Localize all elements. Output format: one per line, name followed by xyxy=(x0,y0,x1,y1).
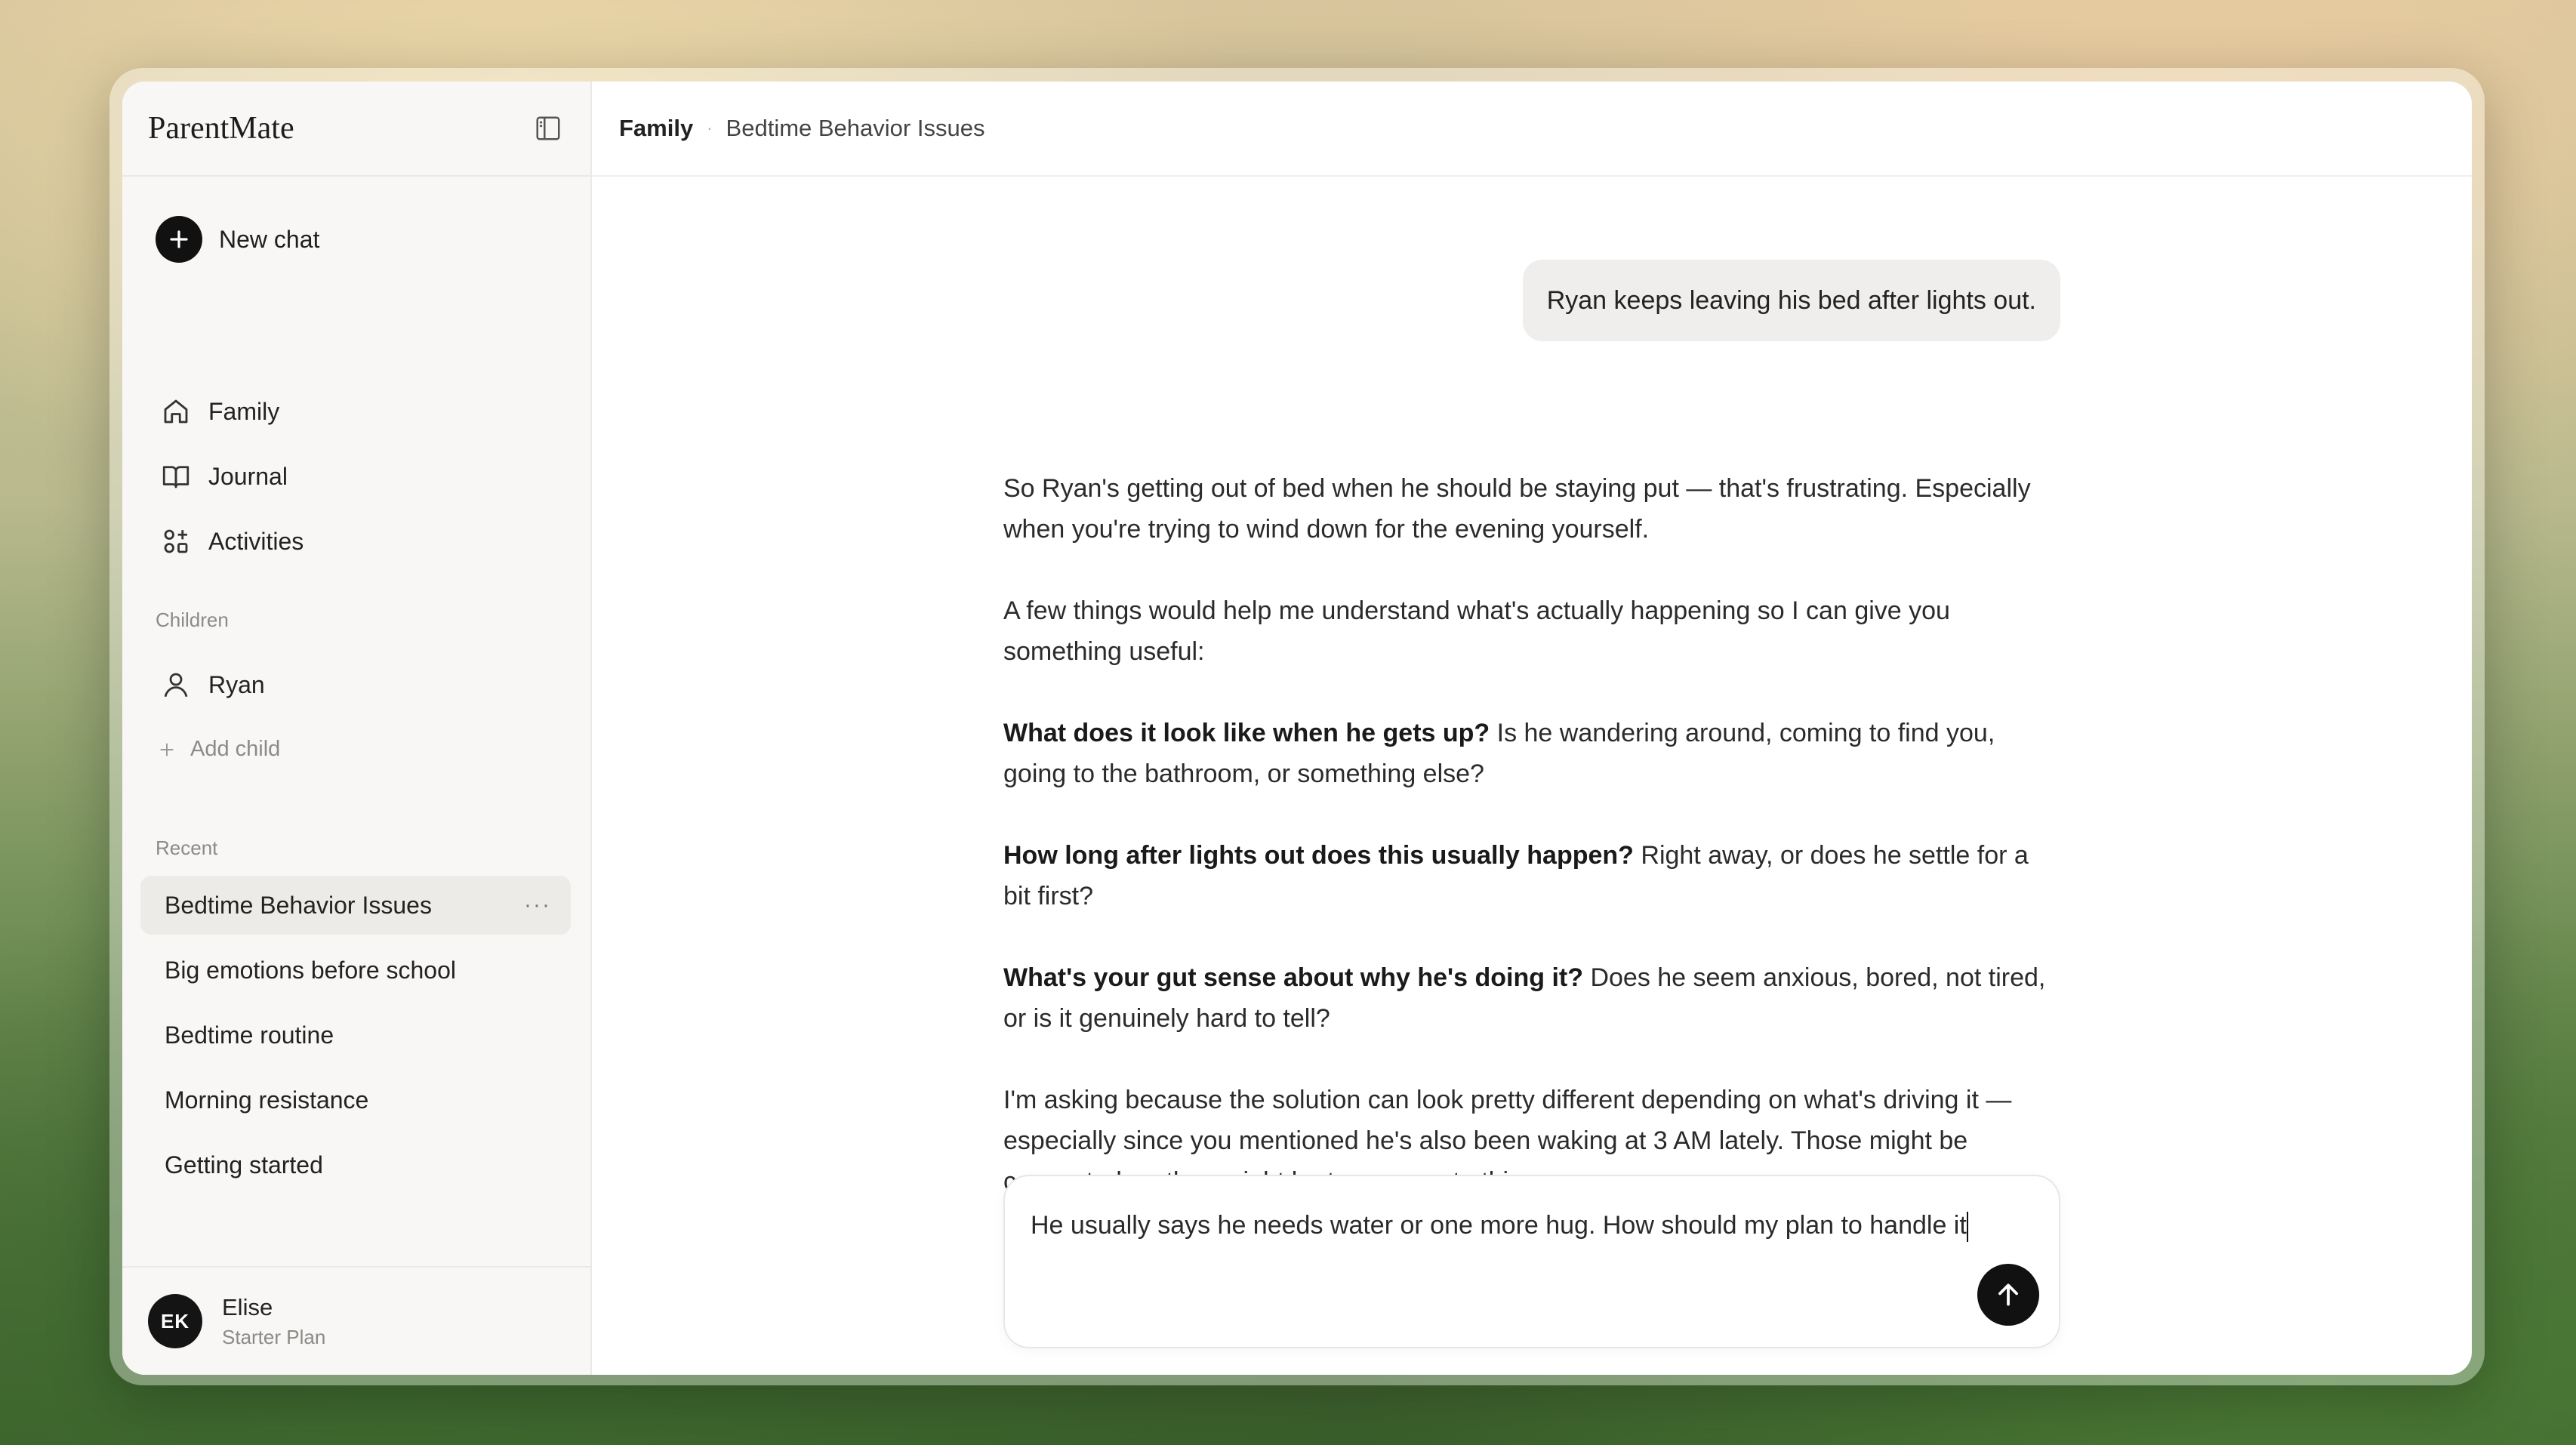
add-child-button[interactable]: Add child xyxy=(157,737,280,762)
recent-chat-label: Big emotions before school xyxy=(165,956,456,984)
breadcrumb-root[interactable]: Family xyxy=(619,115,693,142)
sidebar-item-label: Activities xyxy=(208,527,304,555)
sidebar-item-activities[interactable]: Activities xyxy=(160,525,304,557)
reply-paragraph: So Ryan's getting out of bed when he sho… xyxy=(1003,474,2031,544)
sidebar-item-ryan[interactable]: Ryan xyxy=(160,669,265,701)
children-section-label: Children xyxy=(156,609,229,631)
text-caret xyxy=(1966,1212,1968,1243)
recent-chat-label: Bedtime routine xyxy=(165,1021,334,1049)
recent-section-label: Recent xyxy=(156,836,218,859)
sidebar-toggle-icon[interactable] xyxy=(532,112,565,145)
recent-chat-item[interactable]: Big emotions before school xyxy=(140,941,571,1000)
user-info: Elise Starter Plan xyxy=(222,1294,325,1349)
person-icon xyxy=(164,673,188,698)
send-button[interactable] xyxy=(1977,1264,2039,1326)
sidebar-item-family[interactable]: Family xyxy=(160,396,279,427)
question-bold: How long after lights out does this usua… xyxy=(1003,841,1634,870)
arrow-up-icon xyxy=(1998,1283,2018,1306)
more-options-icon[interactable]: ··· xyxy=(524,892,551,918)
reply-paragraph: A few things would help me understand wh… xyxy=(1003,596,1950,666)
new-chat-button[interactable]: New chat xyxy=(156,216,319,263)
home-icon xyxy=(164,399,188,424)
question-bold: What's your gut sense about why he's doi… xyxy=(1003,963,1583,992)
sidebar: ParentMate New chat Family Journal Activ… xyxy=(122,82,592,1375)
sidebar-header: ParentMate xyxy=(122,82,590,177)
message-composer: He usually says he needs water or one mo… xyxy=(1003,1175,2060,1348)
reply-question: What does it look like when he gets up? … xyxy=(1003,713,2060,794)
user-message-text: Ryan keeps leaving his bed after lights … xyxy=(1546,285,2036,315)
chat-main: Family · Bedtime Behavior Issues Ryan ke… xyxy=(592,82,2472,1375)
plus-icon xyxy=(156,216,202,263)
message-input[interactable]: He usually says he needs water or one mo… xyxy=(1031,1206,2027,1244)
recent-chat-item[interactable]: Bedtime Behavior Issues ··· xyxy=(140,876,571,935)
app-logo: ParentMate xyxy=(148,111,294,146)
sidebar-item-label: Ryan xyxy=(208,670,265,698)
reply-question: What's your gut sense about why he's doi… xyxy=(1003,957,2060,1039)
breadcrumb-separator: · xyxy=(707,119,713,137)
avatar: EK xyxy=(148,1294,202,1348)
sidebar-item-label: Journal xyxy=(208,462,288,490)
message-input-text: He usually says he needs water or one mo… xyxy=(1031,1211,1967,1240)
recent-chat-item[interactable]: Morning resistance xyxy=(140,1071,571,1129)
recent-chat-label: Getting started xyxy=(165,1151,323,1178)
add-child-label: Add child xyxy=(190,737,281,761)
book-icon xyxy=(162,466,190,488)
plus-icon xyxy=(160,742,174,756)
reply-question: How long after lights out does this usua… xyxy=(1003,835,2060,917)
user-message-bubble: Ryan keeps leaving his bed after lights … xyxy=(1522,260,2060,341)
sidebar-item-journal[interactable]: Journal xyxy=(160,461,288,492)
assistant-reply: So Ryan's getting out of bed when he sho… xyxy=(1003,468,2060,1243)
sidebar-item-label: Family xyxy=(208,397,280,425)
user-plan: Starter Plan xyxy=(222,1325,326,1348)
recent-chat-label: Morning resistance xyxy=(165,1086,369,1114)
user-profile[interactable]: EK Elise Starter Plan xyxy=(122,1266,590,1375)
breadcrumb-current: Bedtime Behavior Issues xyxy=(726,115,985,141)
recent-chat-item[interactable]: Getting started xyxy=(140,1135,571,1194)
user-name: Elise xyxy=(222,1293,273,1320)
question-bold: What does it look like when he gets up? xyxy=(1003,719,1490,747)
grid-plus-icon xyxy=(164,529,188,553)
recent-chat-label: Bedtime Behavior Issues xyxy=(165,891,432,919)
app-window: ParentMate New chat Family Journal Activ… xyxy=(122,82,2472,1375)
recent-chat-item[interactable]: Bedtime routine xyxy=(140,1006,571,1064)
breadcrumb: Family · Bedtime Behavior Issues xyxy=(592,82,2472,177)
new-chat-label: New chat xyxy=(219,225,320,253)
